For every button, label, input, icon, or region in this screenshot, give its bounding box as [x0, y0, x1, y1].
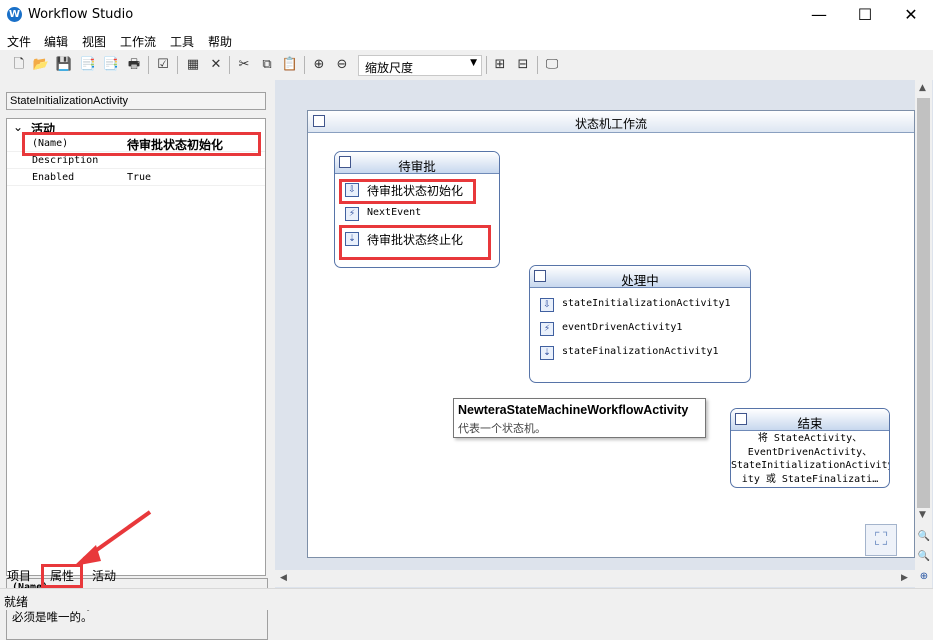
- property-value[interactable]: True: [127, 172, 151, 183]
- tab-activities[interactable]: 活动: [92, 567, 116, 584]
- highlight-box: [22, 132, 261, 156]
- state-pending-approval[interactable]: 待审批 ⇩ 待审批状态初始化 ⚡ NextEvent ⇣ 待审批状态终止化: [334, 151, 500, 268]
- highlight-box: [339, 225, 491, 260]
- cut-icon[interactable]: ✂: [235, 56, 253, 74]
- menu-file[interactable]: 文件: [7, 33, 31, 50]
- state-description: 将 StateActivity、 EventDrivenActivity、 St…: [731, 432, 889, 486]
- pan-navigator-icon[interactable]: ⛶: [865, 524, 897, 556]
- workflow-designer: 状态机工作流 待审批 ⇩ 待审批状态初始化 ⚡ NextEvent ⇣ 待审批状…: [275, 80, 933, 588]
- menu-tools[interactable]: 工具: [170, 33, 194, 50]
- workflow-app-icon: W: [7, 7, 22, 22]
- copy-icon[interactable]: ⧉: [258, 56, 276, 74]
- delete-icon[interactable]: ✕: [207, 56, 225, 74]
- toolbar-separator: [229, 56, 230, 74]
- description-line: StateInitializationActivity: [731, 460, 889, 471]
- scroll-thumb[interactable]: [917, 98, 930, 508]
- state-title: 处理中: [621, 273, 659, 288]
- tooltip-title: NewteraStateMachineWorkflowActivity: [458, 403, 689, 417]
- scroll-up-icon[interactable]: ▲: [919, 83, 926, 93]
- state-header: 待审批: [335, 152, 499, 174]
- property-row-enabled[interactable]: Enabled True: [7, 169, 265, 186]
- state-initialization-icon: ⇩: [540, 298, 554, 312]
- title-bar: W Workflow Studio — ☐ ✕: [0, 0, 933, 30]
- toolbar-separator: [304, 56, 305, 74]
- activity-label: NextEvent: [367, 207, 422, 218]
- new-file-icon[interactable]: 🗋: [10, 56, 28, 74]
- highlight-box: [339, 179, 476, 204]
- save-icon[interactable]: 💾: [55, 56, 73, 74]
- state-title: 结束: [797, 416, 823, 431]
- zoom-scale-dropdown[interactable]: 缩放尺度 ▼: [358, 55, 482, 76]
- property-name: Enabled: [32, 172, 75, 183]
- activity-label: stateFinalizationActivity1: [562, 346, 719, 357]
- save-copy-icon[interactable]: 📑: [79, 56, 97, 74]
- toolbar-separator: [537, 56, 538, 74]
- properties-panel: StateInitializationActivity ⌄ 活动 (Name) …: [0, 80, 273, 640]
- zoom-in-icon[interactable]: ⊕: [917, 570, 931, 584]
- menu-view[interactable]: 视图: [82, 33, 106, 50]
- workflow-title: 状态机工作流: [574, 117, 647, 131]
- open-folder-icon[interactable]: 📂: [32, 56, 50, 74]
- zoom-icon[interactable]: 🔍: [917, 550, 931, 564]
- state-header: 结束: [731, 409, 889, 431]
- toolbar-separator: [486, 56, 487, 74]
- window-title: Workflow Studio: [28, 7, 134, 22]
- collapse-icon[interactable]: ⊟: [514, 56, 532, 74]
- toolbar-separator: [148, 56, 149, 74]
- description-line: ity 或 StateFinalizati…: [741, 473, 879, 485]
- tooltip: NewteraStateMachineWorkflowActivity 代表一个…: [453, 398, 706, 438]
- description-line: EventDrivenActivity、: [747, 446, 873, 458]
- expand-icon[interactable]: ⊞: [491, 56, 509, 74]
- tooltip-text: 代表一个状态机。: [458, 422, 546, 435]
- toolbar-separator: [177, 56, 178, 74]
- zoom-scale-label: 缩放尺度: [365, 61, 414, 75]
- menu-workflow[interactable]: 工作流: [120, 33, 156, 50]
- vertical-scrollbar[interactable]: ▲ ▼: [915, 80, 932, 588]
- maximize-button[interactable]: ☐: [842, 0, 888, 30]
- scroll-down-icon[interactable]: ▼: [919, 510, 926, 520]
- state-finalization-icon: ⇣: [540, 346, 554, 360]
- state-header: 处理中: [530, 266, 750, 288]
- save-all-icon[interactable]: 📑: [102, 56, 120, 74]
- menu-edit[interactable]: 编辑: [44, 33, 68, 50]
- activity-label: stateInitializationActivity1: [562, 298, 731, 309]
- status-text: 就绪: [4, 595, 29, 609]
- menu-bar: 文件 编辑 视图 工作流 工具 帮助: [0, 30, 933, 50]
- state-processing[interactable]: 处理中 ⇩ stateInitializationActivity1 ⚡ eve…: [529, 265, 751, 383]
- minimize-button[interactable]: —: [796, 0, 842, 30]
- close-button[interactable]: ✕: [888, 0, 933, 30]
- monitor-icon[interactable]: 🖵: [543, 56, 561, 74]
- horizontal-scrollbar[interactable]: ◀ ▶: [275, 570, 915, 587]
- object-selector[interactable]: StateInitializationActivity: [6, 92, 266, 110]
- canvas-header: 状态机工作流: [308, 111, 914, 133]
- event-driven-icon: ⚡: [345, 207, 359, 221]
- menu-help[interactable]: 帮助: [208, 33, 232, 50]
- activity-label: eventDrivenActivity1: [562, 322, 683, 333]
- status-bar: 就绪: [0, 588, 933, 610]
- state-title: 待审批: [398, 159, 436, 174]
- zoom-out-icon[interactable]: ⊖: [333, 56, 351, 74]
- highlight-box: [41, 564, 83, 588]
- validate-icon[interactable]: ☑: [154, 56, 172, 74]
- state-end[interactable]: 结束 将 StateActivity、 EventDrivenActivity、…: [730, 408, 890, 488]
- print-icon[interactable]: 🖶: [125, 56, 143, 74]
- chevron-down-icon: ▼: [470, 58, 477, 68]
- zoom-search-icon[interactable]: 🔍: [917, 530, 931, 544]
- delete-activity-icon[interactable]: ▦: [184, 56, 202, 74]
- toolbar: 🗋 📂 💾 📑 📑 🖶 ☑ ▦ ✕ ✂ ⧉ 📋 ⊕ ⊖ 缩放尺度 ▼ ⊞ ⊟ 🖵: [0, 52, 933, 78]
- property-name: Description: [32, 155, 99, 166]
- tab-project[interactable]: 项目: [7, 567, 31, 584]
- scroll-right-icon[interactable]: ▶: [901, 573, 908, 583]
- paste-icon[interactable]: 📋: [281, 56, 299, 74]
- state-machine-canvas[interactable]: 状态机工作流 待审批 ⇩ 待审批状态初始化 ⚡ NextEvent ⇣ 待审批状…: [307, 110, 915, 558]
- scroll-left-icon[interactable]: ◀: [280, 573, 287, 583]
- property-grid: ⌄ 活动 (Name) 待审批状态初始化 Description Enabled…: [6, 118, 266, 576]
- description-line: 将 StateActivity、: [757, 433, 863, 444]
- zoom-in-icon[interactable]: ⊕: [310, 56, 328, 74]
- event-driven-icon: ⚡: [540, 322, 554, 336]
